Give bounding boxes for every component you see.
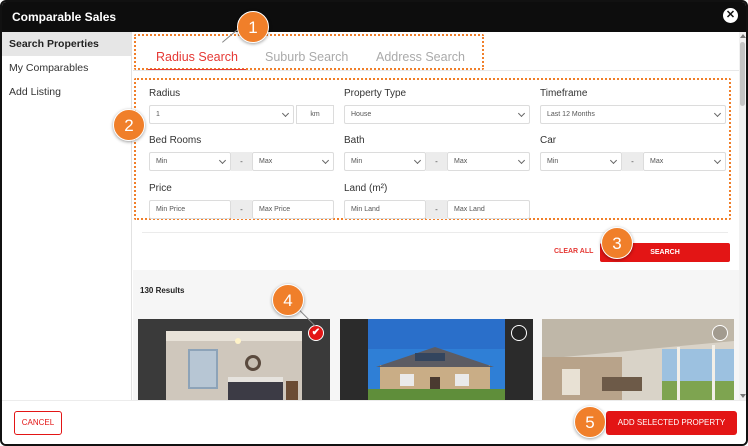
range-dash: - bbox=[231, 152, 252, 171]
comparable-sales-dialog: Comparable Sales ✕ Search Properties My … bbox=[0, 0, 748, 446]
dialog-title: Comparable Sales bbox=[12, 10, 117, 24]
sidebar-item-add-listing[interactable]: Add Listing bbox=[2, 80, 131, 104]
property-card[interactable]: ✔ bbox=[138, 319, 330, 400]
dialog-titlebar: Comparable Sales ✕ bbox=[2, 2, 746, 32]
chevron-down-icon bbox=[321, 156, 330, 165]
chevron-down-icon bbox=[609, 156, 618, 165]
land-max-input[interactable]: Max Land bbox=[447, 200, 530, 219]
bath-min-select[interactable]: Min bbox=[344, 152, 426, 171]
property-photo-bedroom bbox=[166, 331, 302, 400]
property-photo-house bbox=[368, 319, 505, 400]
close-icon[interactable]: ✕ bbox=[723, 8, 738, 23]
actions-divider bbox=[142, 232, 728, 233]
chevron-down-icon bbox=[517, 156, 526, 165]
search-tabs-highlight: Radius Search Suburb Search Address Sear… bbox=[134, 34, 484, 71]
radius-select[interactable]: 1 bbox=[149, 105, 294, 124]
bedrooms-min-select[interactable]: Min bbox=[149, 152, 231, 171]
bedrooms-max-select[interactable]: Max bbox=[252, 152, 334, 171]
results-count: 130 Results bbox=[140, 286, 185, 295]
range-dash: - bbox=[231, 200, 252, 219]
search-filters-highlight: Radius 1 km Property Type House Timefram… bbox=[134, 78, 731, 220]
chevron-down-icon bbox=[713, 109, 722, 118]
sidebar-item-my-comparables[interactable]: My Comparables bbox=[2, 56, 131, 80]
price-label: Price bbox=[149, 183, 172, 194]
timeframe-select[interactable]: Last 12 Months bbox=[540, 105, 726, 124]
chevron-down-icon bbox=[413, 156, 422, 165]
price-max-input[interactable]: Max Price bbox=[252, 200, 334, 219]
range-dash: - bbox=[622, 152, 643, 171]
scroll-down-icon[interactable] bbox=[740, 394, 746, 398]
chevron-down-icon bbox=[517, 109, 526, 118]
chevron-down-icon bbox=[281, 109, 290, 118]
car-label: Car bbox=[540, 135, 557, 146]
land-min-input[interactable]: Min Land bbox=[344, 200, 426, 219]
bath-max-select[interactable]: Max bbox=[447, 152, 530, 171]
radius-unit: km bbox=[296, 105, 334, 124]
bedrooms-label: Bed Rooms bbox=[149, 135, 202, 146]
range-dash: - bbox=[426, 152, 447, 171]
callout-badge-2: 2 bbox=[113, 109, 145, 141]
dialog-footer: CANCEL ADD SELECTED PROPERTY bbox=[2, 400, 746, 444]
tabs-divider bbox=[133, 70, 739, 71]
scroll-up-icon[interactable] bbox=[740, 34, 746, 38]
property-photo-patio bbox=[542, 319, 734, 400]
vertical-scrollbar[interactable] bbox=[739, 32, 746, 400]
callout-badge-4: 4 bbox=[272, 284, 304, 316]
select-checkbox-checked[interactable]: ✔ bbox=[308, 325, 324, 341]
clear-all-button[interactable]: CLEAR ALL bbox=[554, 248, 593, 255]
tab-suburb-search[interactable]: Suburb Search bbox=[265, 50, 348, 64]
select-checkbox[interactable] bbox=[712, 325, 728, 341]
sidebar: Search Properties My Comparables Add Lis… bbox=[2, 32, 132, 400]
radius-label: Radius bbox=[149, 88, 181, 99]
chevron-down-icon bbox=[713, 156, 722, 165]
property-card[interactable] bbox=[340, 319, 533, 400]
add-selected-property-button[interactable]: ADD SELECTED PROPERTY bbox=[606, 411, 737, 435]
range-dash: - bbox=[426, 200, 447, 219]
callout-badge-5: 5 bbox=[574, 406, 606, 438]
callout-badge-3: 3 bbox=[601, 227, 633, 259]
property-card[interactable] bbox=[542, 319, 734, 400]
land-label: Land (m²) bbox=[344, 183, 388, 194]
main-panel: Radius Search Suburb Search Address Sear… bbox=[133, 32, 739, 400]
bath-label: Bath bbox=[344, 135, 365, 146]
chevron-down-icon bbox=[218, 156, 227, 165]
sidebar-item-search-properties[interactable]: Search Properties bbox=[2, 32, 131, 56]
tab-radius-search[interactable]: Radius Search bbox=[156, 50, 238, 64]
scrollbar-thumb[interactable] bbox=[740, 42, 745, 106]
tab-address-search[interactable]: Address Search bbox=[376, 50, 465, 64]
car-min-select[interactable]: Min bbox=[540, 152, 622, 171]
cancel-button[interactable]: CANCEL bbox=[14, 411, 62, 435]
price-min-input[interactable]: Min Price bbox=[149, 200, 231, 219]
property-type-label: Property Type bbox=[344, 88, 407, 99]
select-checkbox[interactable] bbox=[511, 325, 527, 341]
car-max-select[interactable]: Max bbox=[643, 152, 726, 171]
timeframe-label: Timeframe bbox=[540, 88, 588, 99]
callout-badge-1: 1 bbox=[237, 11, 269, 43]
property-type-select[interactable]: House bbox=[344, 105, 530, 124]
